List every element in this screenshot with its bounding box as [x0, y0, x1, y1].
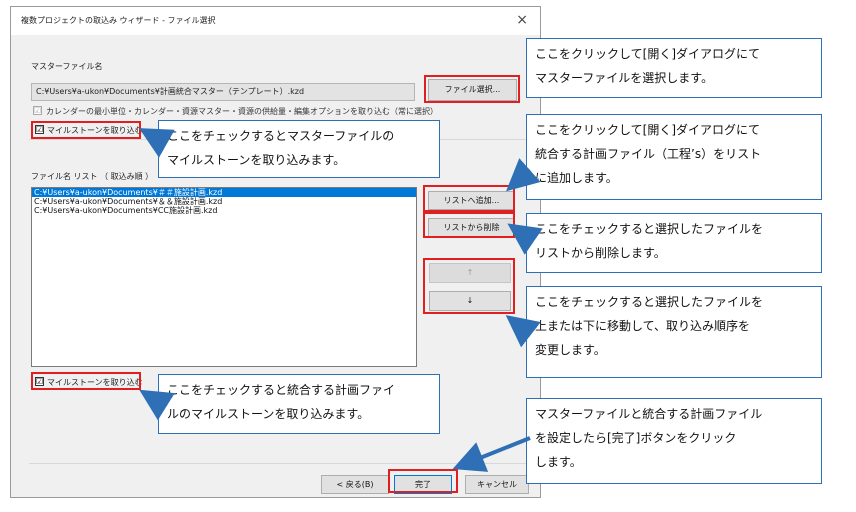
arrow-move: [505, 315, 541, 348]
callout-arrows: [139, 128, 543, 472]
arrow-master-milestone: [139, 128, 175, 158]
arrow-remove: [507, 223, 543, 255]
arrow-finish: [452, 436, 531, 472]
arrow-list-milestone: [139, 389, 175, 421]
arrow-add-list: [506, 158, 541, 192]
